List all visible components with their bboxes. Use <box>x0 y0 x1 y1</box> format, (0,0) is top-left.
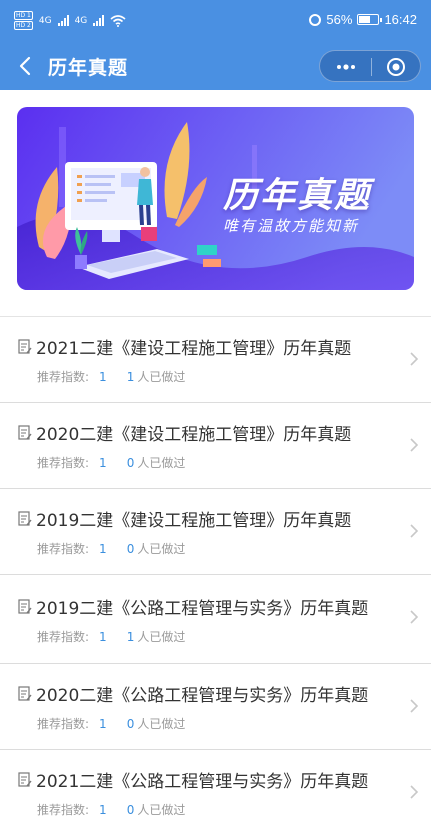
list-item[interactable]: 2021二建《公路工程管理与实务》历年真题 推荐指数: 1 0 人已做过 <box>0 750 431 824</box>
recommend-label: 推荐指数: <box>37 803 90 817</box>
nav-bar: 历年真题 <box>0 44 431 90</box>
edit-doc-icon <box>18 685 32 701</box>
item-title-text: 2021二建《公路工程管理与实务》历年真题 <box>36 772 369 792</box>
item-title-text: 2019二建《建设工程施工管理》历年真题 <box>36 511 352 531</box>
signal-bars-icon <box>93 15 105 26</box>
target-icon[interactable] <box>386 57 406 77</box>
item-meta: 推荐指数: 1 0 人已做过 <box>37 715 185 732</box>
recommend-label: 推荐指数: <box>37 456 90 470</box>
list-item[interactable]: 2020二建《建设工程施工管理》历年真题 推荐指数: 1 0 人已做过 <box>0 403 431 489</box>
recommend-value: 1 <box>99 455 107 470</box>
status-bar: HD 1 HD 2 4G 4G 56% 16:42 <box>0 0 431 44</box>
capsule-divider <box>371 58 372 76</box>
done-label: 人已做过 <box>137 630 186 644</box>
wifi-icon <box>110 14 126 27</box>
item-title: 2019二建《公路工程管理与实务》历年真题 <box>18 594 368 619</box>
done-count: 0 <box>126 802 135 817</box>
done-count: 0 <box>126 541 135 556</box>
edit-doc-icon <box>18 424 32 440</box>
done-label: 人已做过 <box>137 456 186 470</box>
chevron-right-icon <box>410 699 419 713</box>
recommend-value: 1 <box>99 716 107 731</box>
alarm-icon <box>309 13 322 26</box>
item-title-text: 2020二建《建设工程施工管理》历年真题 <box>36 425 352 445</box>
edit-doc-icon <box>18 510 32 526</box>
chevron-left-icon[interactable] <box>14 54 38 78</box>
recommend-value: 1 <box>99 369 107 384</box>
item-title: 2020二建《建设工程施工管理》历年真题 <box>18 420 351 445</box>
done-count: 0 <box>126 455 135 470</box>
list-item[interactable]: 2020二建《公路工程管理与实务》历年真题 推荐指数: 1 0 人已做过 <box>0 664 431 750</box>
miniprogram-capsule <box>319 50 421 82</box>
recommend-label: 推荐指数: <box>37 717 90 731</box>
network-type-2: 4G <box>74 15 88 26</box>
battery-percent: 56% <box>326 12 353 27</box>
done-count: 1 <box>126 369 135 384</box>
sim1-badge: HD 1 <box>14 11 33 20</box>
chevron-right-icon <box>410 785 419 799</box>
done-count: 1 <box>126 629 135 644</box>
done-label: 人已做过 <box>137 370 186 384</box>
exam-list: 2021二建《建设工程施工管理》历年真题 推荐指数: 1 1 人已做过 2020… <box>0 317 431 824</box>
signal-indicators: HD 1 HD 2 4G 4G <box>14 11 126 30</box>
clock: 16:42 <box>384 12 417 27</box>
list-item[interactable]: 2019二建《公路工程管理与实务》历年真题 推荐指数: 1 1 人已做过 <box>0 575 431 664</box>
done-label: 人已做过 <box>137 803 186 817</box>
chevron-right-icon <box>410 438 419 452</box>
list-item[interactable]: 2019二建《建设工程施工管理》历年真题 推荐指数: 1 0 人已做过 <box>0 489 431 575</box>
recommend-label: 推荐指数: <box>37 630 90 644</box>
list-item[interactable]: 2021二建《建设工程施工管理》历年真题 推荐指数: 1 1 人已做过 <box>0 317 431 403</box>
item-meta: 推荐指数: 1 0 人已做过 <box>37 540 185 557</box>
done-label: 人已做过 <box>137 542 186 556</box>
chevron-right-icon <box>410 610 419 624</box>
item-meta: 推荐指数: 1 1 人已做过 <box>37 368 185 385</box>
banner[interactable]: 历年真题 唯有温故方能知新 <box>17 107 414 290</box>
edit-doc-icon <box>18 598 32 614</box>
item-title: 2020二建《公路工程管理与实务》历年真题 <box>18 681 368 706</box>
item-title: 2021二建《建设工程施工管理》历年真题 <box>18 334 351 359</box>
recommend-value: 1 <box>99 541 107 556</box>
item-meta: 推荐指数: 1 0 人已做过 <box>37 801 185 818</box>
item-title: 2019二建《建设工程施工管理》历年真题 <box>18 506 351 531</box>
item-title: 2021二建《公路工程管理与实务》历年真题 <box>18 767 368 792</box>
network-type-1: 4G <box>38 15 52 26</box>
sim2-badge: HD 2 <box>14 21 33 30</box>
chevron-right-icon <box>410 524 419 538</box>
recommend-value: 1 <box>99 802 107 817</box>
status-right: 56% 16:42 <box>309 12 417 27</box>
more-dots-icon[interactable] <box>332 59 360 75</box>
banner-title: 历年真题 <box>223 176 372 216</box>
chevron-right-icon <box>410 352 419 366</box>
banner-subtitle: 唯有温故方能知新 <box>223 217 360 235</box>
item-title-text: 2020二建《公路工程管理与实务》历年真题 <box>36 686 369 706</box>
done-count: 0 <box>126 716 135 731</box>
recommend-label: 推荐指数: <box>37 370 90 384</box>
signal-bars-icon <box>57 15 69 26</box>
item-title-text: 2021二建《建设工程施工管理》历年真题 <box>36 339 352 359</box>
item-meta: 推荐指数: 1 0 人已做过 <box>37 454 185 471</box>
recommend-label: 推荐指数: <box>37 542 90 556</box>
edit-doc-icon <box>18 338 32 354</box>
done-label: 人已做过 <box>137 717 186 731</box>
page-title: 历年真题 <box>48 57 129 79</box>
sim-badges: HD 1 HD 2 <box>14 11 33 30</box>
item-meta: 推荐指数: 1 1 人已做过 <box>37 628 185 645</box>
recommend-value: 1 <box>99 629 107 644</box>
item-title-text: 2019二建《公路工程管理与实务》历年真题 <box>36 599 369 619</box>
battery-icon <box>357 14 383 25</box>
edit-doc-icon <box>18 771 32 787</box>
